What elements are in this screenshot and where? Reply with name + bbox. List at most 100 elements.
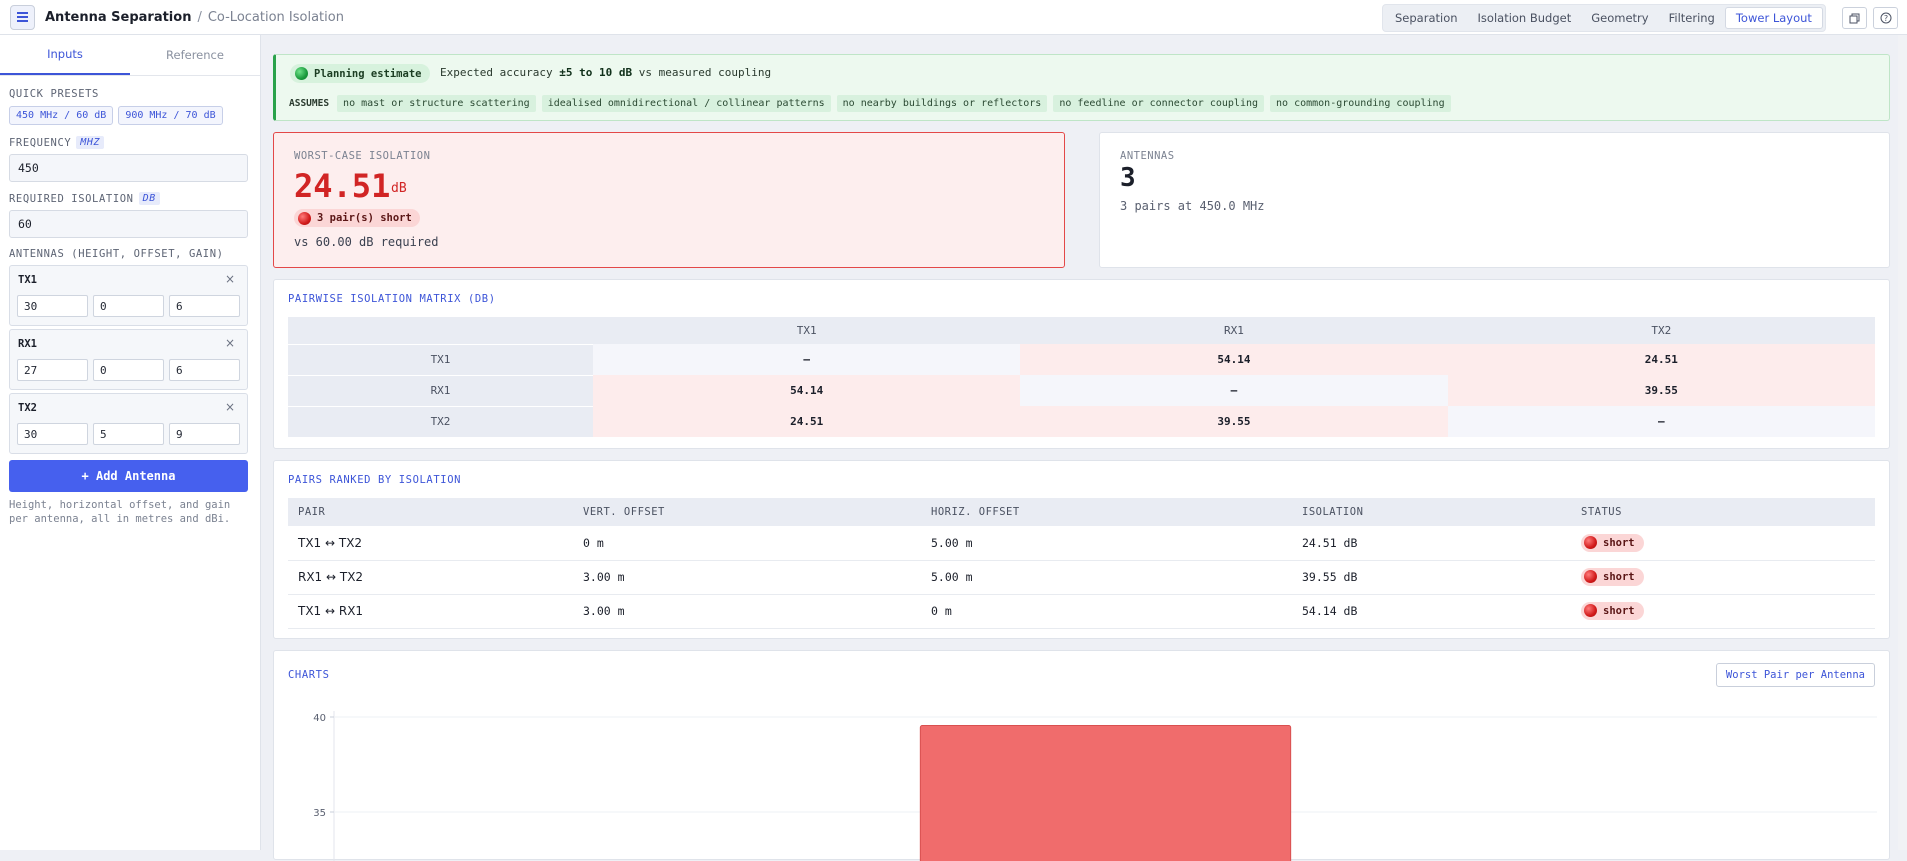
status-dot-icon (1584, 604, 1597, 618)
antennas-summary-card: ANTENNAS 3 3 pairs at 450.0 MHz (1099, 132, 1890, 268)
antenna-gain-field[interactable]: 6 (169, 359, 240, 381)
isolation-matrix-table: TX1 RX1 TX2 TX1 – 54.14 24.51 RX1 54.14 … (288, 317, 1875, 437)
matrix-row-header: TX1 (288, 343, 593, 375)
matrix-corner-cell (288, 317, 593, 344)
table-row[interactable]: TX1 ↔ TX2 0 m 5.00 m 24.51 dB short (288, 526, 1875, 561)
matrix-column-header: TX2 (1447, 317, 1875, 344)
sidebar-tab-inputs[interactable]: Inputs (0, 35, 130, 75)
tab-filtering[interactable]: Filtering (1659, 7, 1725, 29)
svg-text:?: ? (1883, 14, 1887, 23)
antennas-list-label: ANTENNAS (HEIGHT, OFFSET, GAIN) (9, 248, 224, 260)
antenna-gain-field[interactable]: 6 (169, 295, 240, 317)
pairs-short-text: 3 pair(s) short (317, 212, 412, 224)
antenna-height-field[interactable]: 30 (17, 295, 88, 317)
antennas-subtext: 3 pairs at 450.0 MHz (1120, 199, 1265, 213)
antennas-count: 3 (1120, 163, 1136, 193)
remove-antenna-icon[interactable]: × (225, 272, 235, 286)
matrix-row-header: RX1 (288, 374, 593, 406)
remove-antenna-icon[interactable]: × (225, 400, 235, 414)
antenna-card-tx2: TX2 × 30 5 9 (9, 393, 248, 454)
sidebar-tabs: Inputs Reference (0, 35, 260, 76)
frequency-input[interactable]: 450 (9, 154, 248, 182)
help-button[interactable]: ? (1873, 7, 1898, 29)
antenna-height-field[interactable]: 30 (17, 423, 88, 445)
ranked-pairs-table: PAIR VERT. OFFSET HORIZ. OFFSET ISOLATIO… (288, 498, 1875, 629)
pair-cell: TX1 ↔ RX1 (288, 594, 573, 629)
status-cell: short (1571, 560, 1875, 595)
status-dot-icon (1584, 536, 1597, 549)
worst-case-value: 24.51 (294, 167, 391, 205)
isolation-matrix-panel: PAIRWISE ISOLATION MATRIX (DB) TX1 RX1 T… (273, 279, 1890, 449)
vert-offset-cell: 3.00 m (573, 560, 921, 595)
matrix-cell: – (593, 344, 1021, 375)
view-tabs: Separation Isolation Budget Geometry Fil… (1382, 4, 1826, 32)
matrix-cell: 24.51 (1447, 344, 1875, 375)
required-isolation-unit-badge: DB (138, 192, 160, 205)
menu-icon (17, 16, 28, 18)
add-antenna-button[interactable]: + Add Antenna (9, 460, 248, 492)
antenna-height-field[interactable]: 27 (17, 359, 88, 381)
matrix-cell: 39.55 (1020, 406, 1448, 437)
antenna-name: RX1 (18, 338, 37, 350)
antenna-name: TX1 (18, 274, 37, 286)
assumptions-list: ASSUMES no mast or structure scattering … (289, 95, 1451, 112)
matrix-cell: 39.55 (1447, 375, 1875, 406)
status-text: short (1603, 604, 1635, 617)
preset-450mhz-button[interactable]: 450 MHz / 60 dB (9, 106, 114, 125)
horiz-offset-cell: 0 m (921, 594, 1292, 629)
matrix-cell: – (1447, 406, 1875, 437)
status-cell: short (1571, 594, 1875, 629)
menu-button[interactable] (10, 4, 35, 30)
required-isolation-input[interactable]: 60 (9, 210, 248, 238)
assumption-chip: no nearby buildings or reflectors (836, 95, 1048, 112)
assumption-chip: no common-grounding coupling (1270, 95, 1451, 112)
remove-antenna-icon[interactable]: × (225, 336, 235, 350)
table-row[interactable]: TX1 ↔ RX1 3.00 m 0 m 54.14 dB short (288, 594, 1875, 629)
table-row[interactable]: RX1 ↔ TX2 3.00 m 5.00 m 39.55 dB short (288, 560, 1875, 595)
planning-estimate-pill: Planning estimate (290, 64, 431, 83)
horiz-offset-cell: 5.00 m (921, 526, 1292, 561)
required-comparison-text: vs 60.00 dB required (294, 235, 439, 249)
isolation-cell: 54.14 dB (1292, 594, 1571, 629)
sidebar: Inputs Reference QUICK PRESETS 450 MHz /… (0, 35, 261, 850)
sidebar-tab-reference[interactable]: Reference (130, 35, 260, 75)
status-cell: short (1571, 526, 1875, 561)
tab-tower-layout[interactable]: Tower Layout (1724, 7, 1823, 29)
pair-cell: RX1 ↔ TX2 (288, 560, 573, 595)
preset-900mhz-button[interactable]: 900 MHz / 70 dB (118, 106, 223, 125)
status-text: short (1603, 536, 1635, 549)
frequency-unit-badge: MHZ (76, 136, 105, 149)
ranked-pairs-panel: PAIRS RANKED BY ISOLATION PAIR VERT. OFF… (273, 460, 1890, 639)
assumption-chip: no feedline or connector coupling (1053, 95, 1265, 112)
status-dot-icon (295, 67, 308, 80)
matrix-cell: 54.14 (1020, 344, 1448, 375)
status-dot-icon (298, 211, 311, 225)
help-icon: ? (1880, 12, 1891, 24)
matrix-row: TX1 – 54.14 24.51 (288, 343, 1875, 375)
column-header-pair: PAIR (288, 498, 573, 526)
app-title: Antenna Separation (45, 9, 192, 25)
tab-geometry[interactable]: Geometry (1581, 7, 1658, 29)
accuracy-suffix: vs measured coupling (632, 66, 772, 79)
column-header-status: STATUS (1571, 498, 1875, 526)
worst-case-isolation-card: WORST-CASE ISOLATION 24.51 dB 3 pair(s) … (273, 132, 1065, 268)
antenna-offset-field[interactable]: 5 (93, 423, 164, 445)
isolation-cell: 39.55 dB (1292, 560, 1571, 595)
worst-case-label: WORST-CASE ISOLATION (294, 150, 431, 162)
antenna-gain-field[interactable]: 9 (169, 423, 240, 445)
matrix-row: TX2 24.51 39.55 – (288, 405, 1875, 437)
antenna-name: TX2 (18, 402, 37, 414)
ranked-title: PAIRS RANKED BY ISOLATION (288, 474, 462, 486)
vert-offset-cell: 0 m (573, 526, 921, 561)
antenna-offset-field[interactable]: 0 (93, 295, 164, 317)
planning-estimate-label: Planning estimate (314, 67, 422, 80)
page-scrollbar[interactable] (1898, 35, 1907, 850)
copy-button[interactable] (1842, 7, 1867, 29)
tab-isolation-budget[interactable]: Isolation Budget (1468, 7, 1582, 29)
assumes-label: ASSUMES (289, 98, 330, 109)
matrix-cell: 54.14 (593, 375, 1021, 406)
accuracy-text: Expected accuracy ±5 to 10 dB vs measure… (440, 66, 771, 79)
matrix-cell: 24.51 (593, 406, 1021, 437)
tab-separation[interactable]: Separation (1385, 7, 1468, 29)
antenna-offset-field[interactable]: 0 (93, 359, 164, 381)
